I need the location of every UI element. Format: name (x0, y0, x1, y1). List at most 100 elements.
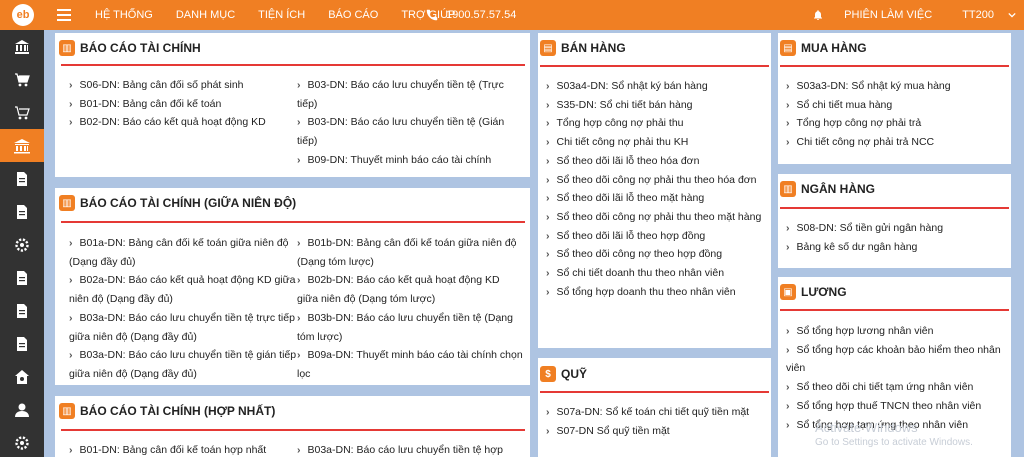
menu-icon[interactable] (57, 9, 71, 21)
list-item[interactable]: S07a-DN: Sổ kế toán chi tiết quỹ tiền mặ… (546, 403, 768, 422)
panel-header: ▥ BÁO CÁO TÀI CHÍNH (59, 40, 201, 56)
settings-icon (15, 435, 29, 450)
sales-report-list: S03a4-DN: Sổ nhật ký bán hàng S35-DN: Sổ… (546, 77, 764, 301)
list-item[interactable]: B03-DN: Báo cáo lưu chuyển tiền tệ (Trực… (297, 76, 519, 113)
session-menu[interactable]: PHIÊN LÀM VIỆC (844, 9, 932, 21)
panel-header: ▥ BÁO CÁO TÀI CHÍNH (HỢP NHẤT) (59, 403, 275, 419)
list-item[interactable]: B03a-DN: Báo cáo lưu chuyển tiền tệ gián… (69, 346, 299, 383)
list-item[interactable]: Tổng hợp công nợ phải thu (546, 114, 764, 133)
list-item[interactable]: B01-DN: Bảng cân đối kế toán hợp nhất (69, 441, 291, 457)
sidebar-item-assets[interactable] (0, 327, 44, 360)
panel-title: BÁN HÀNG (561, 41, 626, 55)
list-item[interactable]: Sổ theo dõi công nợ phải thu theo hóa đơ… (546, 171, 764, 190)
list-item[interactable]: S03a3-DN: Sổ nhật ký mua hàng (786, 77, 1008, 96)
list-item[interactable]: Sổ tổng hợp thuế TNCN theo nhân viên (786, 397, 1004, 416)
sidebar-item-reports[interactable] (0, 129, 44, 162)
sidebar-item-sales[interactable] (0, 96, 44, 129)
list-item[interactable]: Sổ chi tiết doanh thu theo nhân viên (546, 264, 764, 283)
sidebar-item-tax[interactable] (0, 261, 44, 294)
settings-icon (15, 237, 29, 252)
home-icon (15, 369, 29, 384)
list-item[interactable]: Sổ theo dõi lãi lỗ theo mặt hàng (546, 189, 764, 208)
panel-header: ▤ BÁN HÀNG (540, 40, 626, 56)
nav-bao-cao[interactable]: BÁO CÁO (328, 9, 378, 21)
list-item[interactable]: Tổng hợp công nợ phải trả (786, 114, 1008, 133)
list-item[interactable]: B09-DN: Thuyết minh báo cáo tài chính (297, 151, 519, 170)
list-item[interactable]: B09a-DN: Thuyết minh báo cáo tài chính c… (297, 346, 523, 383)
list-item[interactable]: Chi tiết công nợ phải trả NCC (786, 133, 1008, 152)
list-item[interactable]: B01a-DN: Bảng cân đối kế toán giữa niên … (69, 234, 299, 271)
divider (61, 221, 525, 223)
panel-title: MUA HÀNG (801, 41, 867, 55)
panel-header: ▣ LƯƠNG (780, 284, 847, 300)
list-item[interactable]: Sổ theo dõi công nợ theo hợp đồng (546, 245, 764, 264)
panel-title: BÁO CÁO TÀI CHÍNH (HỢP NHẤT) (80, 404, 276, 418)
user-menu[interactable]: TT200 (962, 9, 994, 21)
nav-he-thong[interactable]: HỆ THỐNG (95, 9, 153, 21)
panel-bao-cao-giua-nien-do: ▥ BÁO CÁO TÀI CHÍNH (GIỮA NIÊN ĐỘ) B01a-… (55, 188, 530, 385)
list-item[interactable]: B01-DN: Bảng cân đối kế toán (69, 95, 291, 114)
app-logo[interactable]: eb (0, 0, 46, 30)
watermark-title: Activate Windows (815, 420, 918, 435)
nav-tien-ich[interactable]: TIỆN ÍCH (258, 9, 305, 21)
list-item[interactable]: S08-DN: Sổ tiền gửi ngân hàng (786, 219, 1008, 238)
document-icon (17, 171, 27, 186)
list-item[interactable]: Sổ theo dõi công nợ phải thu theo mặt hà… (546, 208, 764, 227)
list-item[interactable]: B02b-DN: Báo cáo kết quả hoạt động KD gi… (297, 271, 523, 308)
sidebar-item-home[interactable] (0, 360, 44, 393)
list-item[interactable]: B03a-DN: Báo cáo lưu chuyển tiền tệ hợp (297, 441, 523, 457)
list-item[interactable]: Sổ tổng hợp lương nhân viên (786, 322, 1004, 341)
divider (540, 65, 769, 67)
cart-icon (15, 72, 30, 86)
hotline-number: 1900.57.57.54 (446, 9, 517, 21)
list-item[interactable]: B01b-DN: Bảng cân đối kế toán giữa niên … (297, 234, 523, 271)
sidebar-item-inventory[interactable] (0, 294, 44, 327)
cart-icon: ▤ (780, 40, 796, 56)
panel-title: BÁO CÁO TÀI CHÍNH (80, 41, 201, 55)
list-item[interactable]: Sổ tổng hợp các khoản bảo hiểm theo nhân… (786, 341, 1004, 378)
bell-icon[interactable] (812, 9, 824, 21)
activation-watermark: Activate Windows Go to Settings to activ… (815, 420, 973, 450)
list-item[interactable]: Sổ chi tiết mua hàng (786, 96, 1008, 115)
divider (540, 391, 769, 393)
list-item[interactable]: Sổ theo dõi chi tiết tạm ứng nhân viên (786, 378, 1004, 397)
bank-icon (15, 39, 29, 54)
sidebar-item-purchase[interactable] (0, 63, 44, 96)
list-item[interactable]: Bảng kê số dư ngân hàng (786, 238, 1008, 257)
list-item[interactable]: S06-DN: Bảng cân đối số phát sinh (69, 76, 291, 95)
divider (780, 309, 1009, 311)
list-item[interactable]: S07-DN Sổ quỹ tiền mặt (546, 422, 768, 441)
list-item[interactable]: Sổ theo dõi lãi lỗ theo hóa đơn (546, 152, 764, 171)
bank-icon: ▥ (780, 181, 796, 197)
list-item[interactable]: B02a-DN: Báo cáo kết quả hoạt động KD gi… (69, 271, 299, 308)
list-item[interactable]: B03-DN: Báo cáo lưu chuyển tiền tệ (Gián… (297, 113, 519, 150)
sidebar-item-invoices[interactable] (0, 195, 44, 228)
bank-report-list: S08-DN: Sổ tiền gửi ngân hàng Bảng kê số… (786, 219, 1008, 256)
cart-icon (15, 105, 30, 119)
list-item[interactable]: B02-DN: Báo cáo kết quả hoạt động KD (69, 113, 291, 132)
sidebar-item-system[interactable] (0, 426, 44, 457)
list-item[interactable]: Chi tiết công nợ phải thu KH (546, 133, 764, 152)
user-icon (15, 403, 29, 417)
list-item[interactable]: B03b-DN: Báo cáo lưu chuyển tiền tệ (Dạn… (297, 309, 523, 346)
list-item[interactable]: Sổ tổng hợp doanh thu theo nhân viên (546, 283, 764, 302)
sidebar-item-users[interactable] (0, 393, 44, 426)
sidebar-item-documents[interactable] (0, 162, 44, 195)
panel-title: NGÂN HÀNG (801, 182, 875, 196)
list-item[interactable]: B03a-DN: Báo cáo lưu chuyển tiền tệ trực… (69, 309, 299, 346)
main-nav: HỆ THỐNG DANH MỤC TIỆN ÍCH BÁO CÁO TRỢ G… (95, 0, 478, 30)
cart-icon: ▤ (540, 40, 556, 56)
panel-ngan-hang: ▥ NGÂN HÀNG S08-DN: Sổ tiền gửi ngân hàn… (778, 174, 1011, 268)
sidebar-item-bank[interactable] (0, 30, 44, 63)
divider (780, 65, 1009, 67)
list-item[interactable]: S35-DN: Sổ chi tiết bán hàng (546, 96, 764, 115)
chevron-down-icon[interactable] (1008, 11, 1016, 19)
list-item[interactable]: Sổ theo dõi lãi lỗ theo hợp đồng (546, 227, 764, 246)
document-icon (17, 204, 27, 219)
report-icon: ▥ (59, 403, 75, 419)
salary-icon: ▣ (780, 284, 796, 300)
nav-danh-muc[interactable]: DANH MỤC (176, 9, 235, 21)
list-item[interactable]: S03a4-DN: Sổ nhật ký bán hàng (546, 77, 764, 96)
panel-header: ▥ NGÂN HÀNG (780, 181, 875, 197)
sidebar-item-settings[interactable] (0, 228, 44, 261)
